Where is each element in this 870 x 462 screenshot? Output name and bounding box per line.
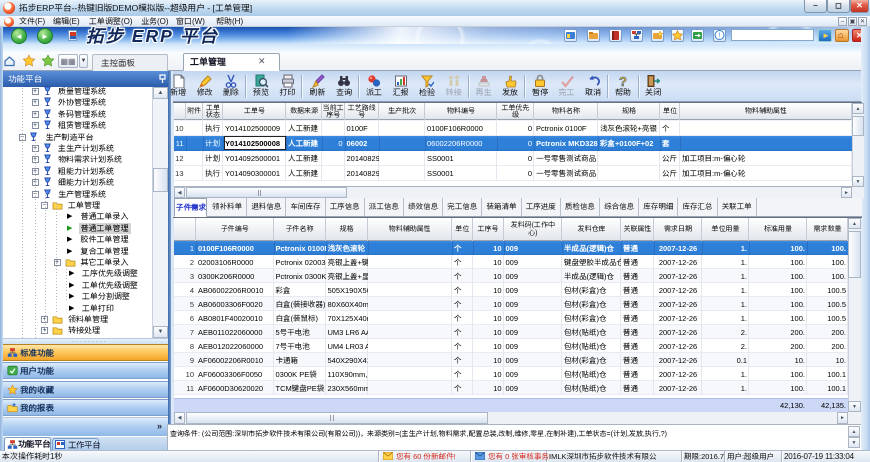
svg-text:?: ? (619, 74, 627, 88)
svg-text:!: ! (719, 33, 721, 40)
